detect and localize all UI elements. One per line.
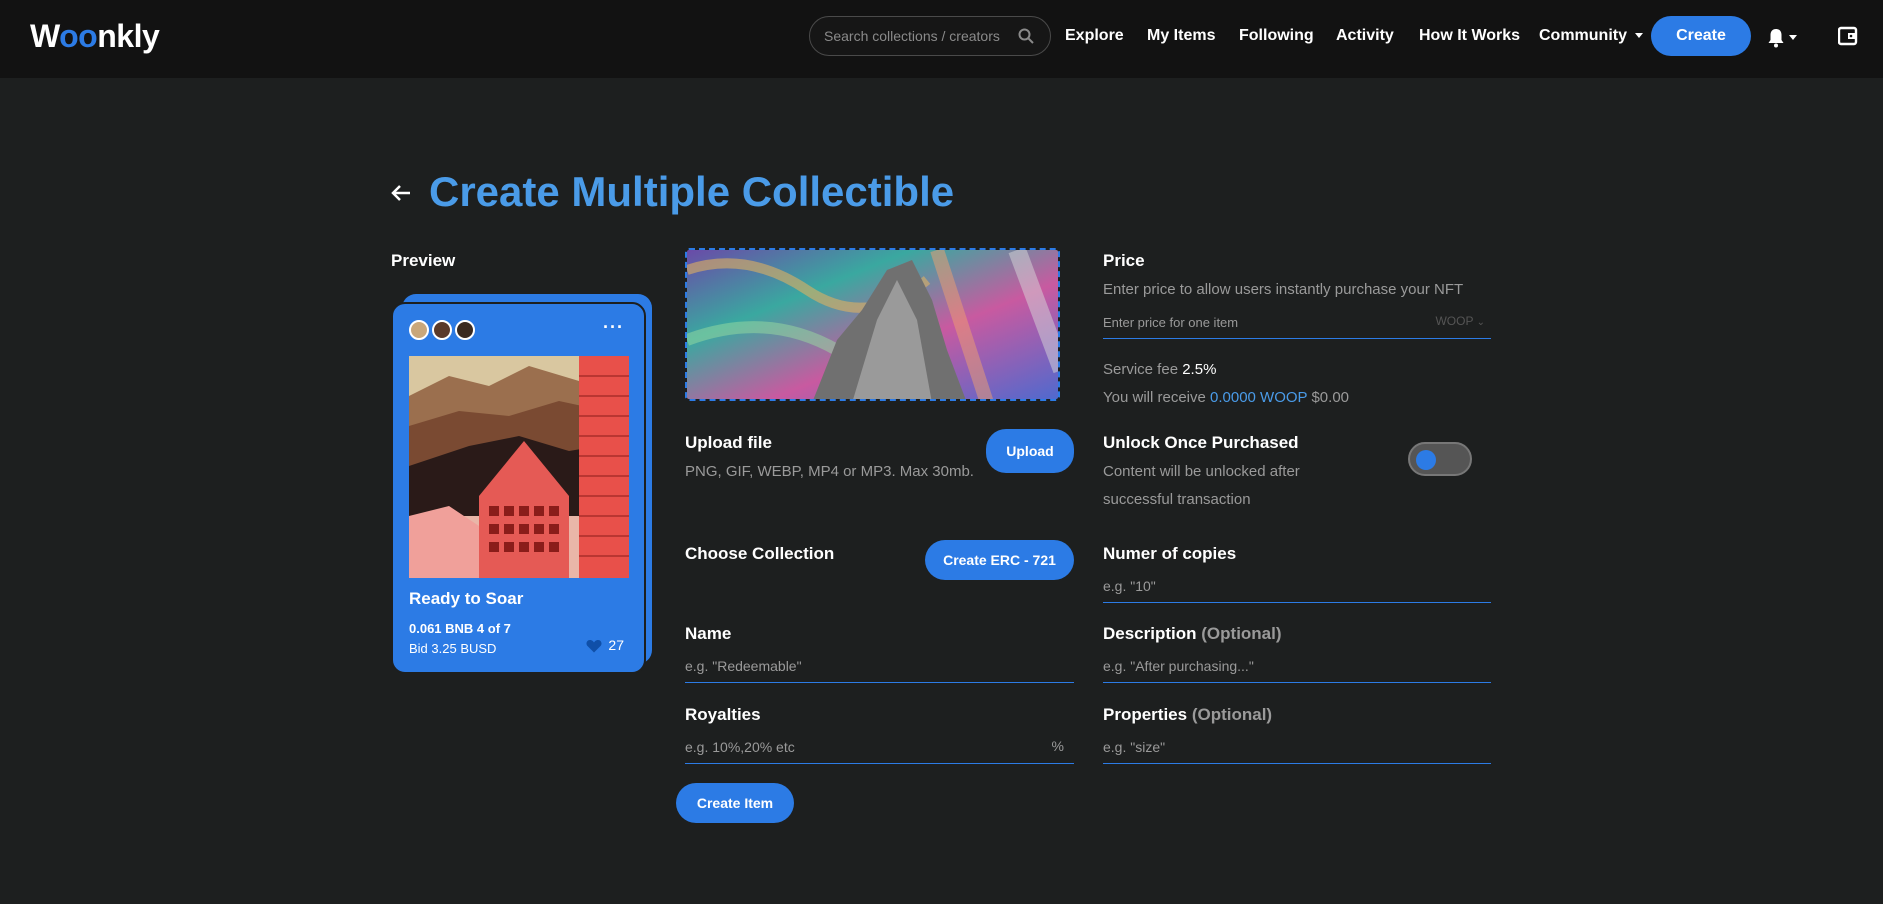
page-title: Create Multiple Collectible xyxy=(429,168,955,215)
description-label: Description (Optional) xyxy=(1103,624,1282,644)
avatar[interactable] xyxy=(432,320,452,340)
preview-card[interactable]: ··· Ready to Soar 0.061 BNB 4 of 7 Bid 3… xyxy=(391,302,646,674)
notifications-dropdown[interactable] xyxy=(1767,28,1797,48)
preview-label: Preview xyxy=(391,251,456,270)
price-field-wrapper: WOOP ⌄ xyxy=(1103,307,1491,339)
name-field-wrapper xyxy=(685,651,1074,683)
price-input[interactable] xyxy=(1103,307,1491,337)
chevron-down-icon xyxy=(1789,35,1797,40)
name-label: Name xyxy=(685,624,732,643)
nav-community[interactable]: Community xyxy=(1539,27,1644,45)
unlock-toggle[interactable] xyxy=(1408,442,1472,476)
nav-following[interactable]: Following xyxy=(1239,27,1314,45)
search-input[interactable] xyxy=(824,26,1014,46)
description-input[interactable] xyxy=(1103,651,1491,681)
copies-field-wrapper xyxy=(1103,571,1491,603)
currency-select[interactable]: WOOP ⌄ xyxy=(1435,314,1485,328)
artwork-image xyxy=(409,356,629,578)
receive-amount: You will receive 0.0000 WOOP $0.00 xyxy=(1103,389,1349,406)
royalties-label: Royalties xyxy=(685,705,761,724)
percent-suffix: % xyxy=(1051,738,1064,754)
price-label: Price xyxy=(1103,251,1145,270)
heart-icon xyxy=(586,640,602,653)
properties-field-wrapper xyxy=(1103,732,1491,764)
properties-optional: (Optional) xyxy=(1191,705,1273,724)
top-navbar: Woonkly Explore My Items Following Activ… xyxy=(0,0,1883,78)
copies-input[interactable] xyxy=(1103,571,1491,601)
nav-how-it-works[interactable]: How It Works xyxy=(1419,27,1520,45)
service-fee: Service fee 2.5% xyxy=(1103,361,1216,378)
unlock-hint-line1: Content will be unlocked after xyxy=(1103,463,1300,480)
avatar[interactable] xyxy=(455,320,475,340)
nav-activity[interactable]: Activity xyxy=(1336,27,1394,45)
create-button[interactable]: Create xyxy=(1651,16,1751,56)
description-optional: (Optional) xyxy=(1201,624,1282,643)
create-erc721-button[interactable]: Create ERC - 721 xyxy=(925,540,1074,580)
card-price: 0.061 BNB 4 of 7 xyxy=(409,621,511,636)
service-fee-value: 2.5% xyxy=(1182,361,1217,378)
choose-collection-label: Choose Collection xyxy=(685,544,835,563)
nav-explore[interactable]: Explore xyxy=(1065,27,1124,45)
bell-icon xyxy=(1768,29,1784,48)
woonkly-logo[interactable]: Woonkly xyxy=(30,18,160,55)
chevron-down-icon: ⌄ xyxy=(1476,317,1485,328)
search-box xyxy=(809,16,1051,56)
name-input[interactable] xyxy=(685,651,1074,681)
service-fee-label: Service fee xyxy=(1103,361,1179,378)
properties-label: Properties (Optional) xyxy=(1103,705,1272,725)
royalties-field-wrapper: % xyxy=(685,732,1074,764)
price-hint: Enter price to allow users instantly pur… xyxy=(1103,281,1464,298)
uploaded-file-preview[interactable] xyxy=(685,248,1060,401)
receive-usd-value: $0.00 xyxy=(1311,389,1350,406)
card-title: Ready to Soar xyxy=(409,589,524,608)
nav-community-label: Community xyxy=(1539,27,1627,44)
currency-label: WOOP xyxy=(1435,314,1474,328)
unlock-hint-line2: successful transaction xyxy=(1103,491,1251,508)
chevron-down-icon xyxy=(1635,33,1644,39)
avatar[interactable] xyxy=(409,320,429,340)
copies-label: Numer of copies xyxy=(1103,544,1237,563)
like-button[interactable]: 27 xyxy=(586,637,624,653)
more-options-icon[interactable]: ··· xyxy=(603,318,624,336)
upload-file-hint: PNG, GIF, WEBP, MP4 or MP3. Max 30mb. xyxy=(685,463,974,480)
create-item-button[interactable]: Create Item xyxy=(676,783,794,823)
properties-label-text: Properties xyxy=(1103,705,1188,724)
like-count: 27 xyxy=(608,637,624,653)
toggle-knob xyxy=(1416,450,1436,470)
receive-label: You will receive xyxy=(1103,389,1206,406)
upload-button[interactable]: Upload xyxy=(986,429,1074,473)
back-arrow-icon[interactable] xyxy=(390,182,412,204)
description-label-text: Description xyxy=(1103,624,1197,643)
royalties-input[interactable] xyxy=(685,732,1074,762)
wallet-icon[interactable] xyxy=(1838,26,1858,46)
search-icon[interactable] xyxy=(1018,28,1034,44)
unlock-label: Unlock Once Purchased xyxy=(1103,433,1299,452)
receive-woop-value: 0.0000 WOOP xyxy=(1210,389,1308,406)
properties-input[interactable] xyxy=(1103,732,1491,762)
card-bid: Bid 3.25 BUSD xyxy=(409,641,497,656)
upload-file-label: Upload file xyxy=(685,433,772,452)
description-field-wrapper xyxy=(1103,651,1491,683)
nav-my-items[interactable]: My Items xyxy=(1147,27,1215,45)
